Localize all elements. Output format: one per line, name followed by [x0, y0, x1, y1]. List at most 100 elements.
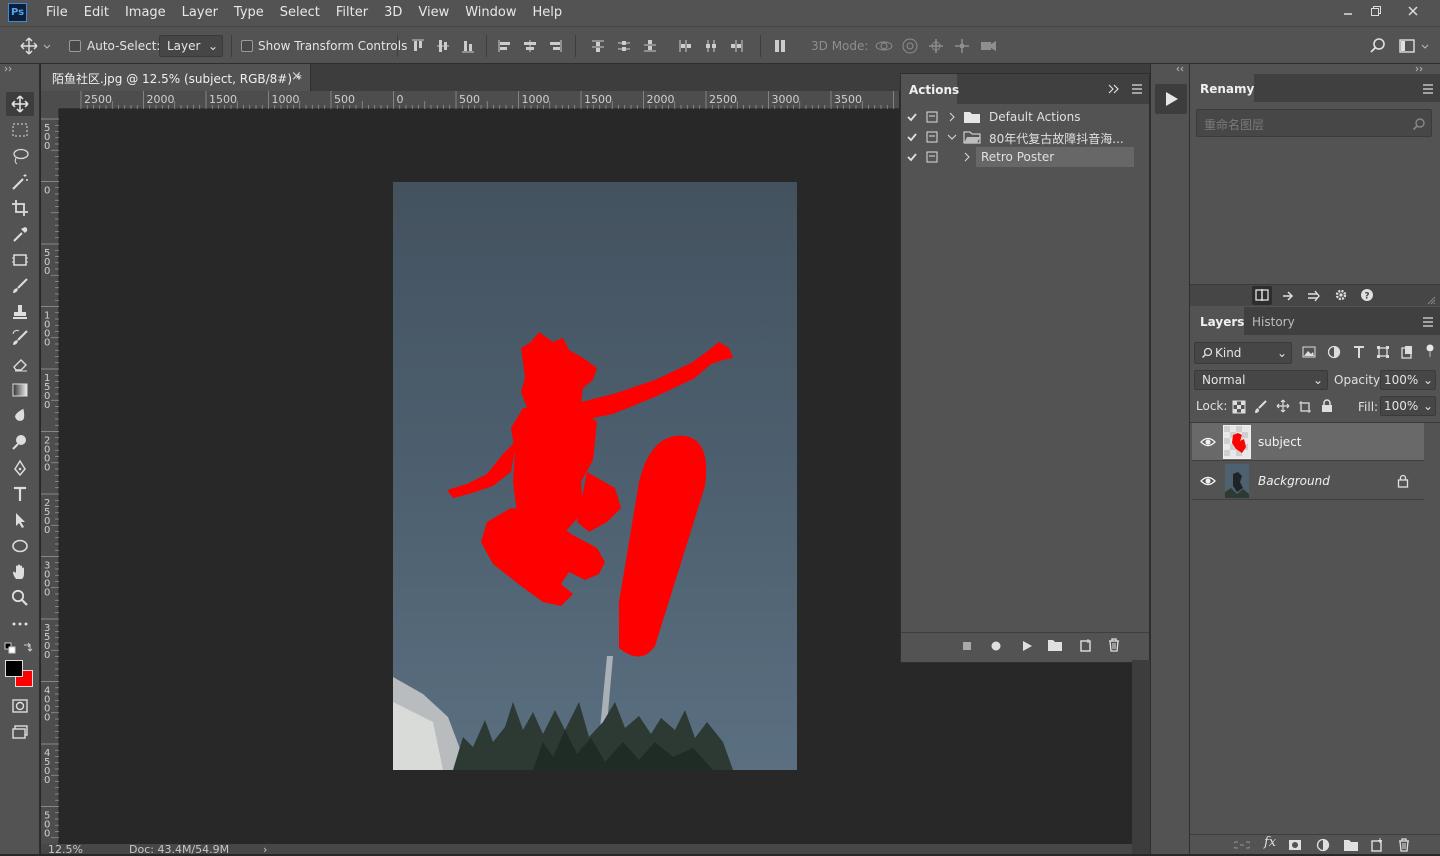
lock-all-icon[interactable]	[1320, 399, 1334, 413]
align-right-button[interactable]	[545, 36, 565, 56]
lock-transparent-icon[interactable]	[1232, 400, 1246, 414]
type-tool[interactable]	[6, 482, 34, 506]
magic-wand-tool[interactable]	[6, 170, 34, 194]
dodge-tool[interactable]	[6, 430, 34, 454]
collapse-panel-icon[interactable]	[1107, 83, 1121, 95]
rename-button[interactable]	[1252, 286, 1272, 305]
distribute-bottom-button[interactable]	[640, 36, 660, 56]
align-bottom-button[interactable]	[458, 36, 478, 56]
link-layers-icon[interactable]	[1234, 839, 1250, 851]
ruler-origin[interactable]	[41, 91, 59, 109]
search-icon[interactable]	[1412, 117, 1426, 131]
chevron-right-icon[interactable]	[962, 152, 972, 162]
chevron-right-icon[interactable]	[947, 112, 957, 122]
new-action-icon[interactable]	[1079, 638, 1093, 652]
action-row-retro-set[interactable]: 80年代复古故障抖音海...	[901, 127, 1149, 147]
gear-icon[interactable]	[1334, 288, 1348, 302]
lasso-tool[interactable]	[6, 144, 34, 168]
gradient-tool[interactable]	[6, 378, 34, 402]
frame-tool[interactable]	[6, 248, 34, 272]
more-tools-button[interactable]	[6, 612, 34, 636]
pen-tool[interactable]	[6, 456, 34, 480]
align-left-button[interactable]	[495, 36, 515, 56]
menu-filter[interactable]: Filter	[328, 0, 376, 26]
filter-toggle[interactable]	[1426, 344, 1434, 358]
zoom-level[interactable]: 12.5%	[48, 844, 83, 855]
help-icon[interactable]: ?	[1360, 288, 1374, 302]
eyedropper-tool[interactable]	[6, 222, 34, 246]
collapse-arrows-icon[interactable]	[4, 66, 16, 72]
distribute-top-button[interactable]	[588, 36, 608, 56]
search-button[interactable]	[1368, 36, 1388, 56]
expand-arrows-icon[interactable]	[1175, 66, 1185, 72]
panel-menu-icon[interactable]	[1422, 317, 1434, 327]
menu-type[interactable]: Type	[226, 0, 272, 26]
filter-adjustment-icon[interactable]	[1327, 345, 1341, 359]
quick-mask-button[interactable]	[6, 694, 34, 718]
play-icon[interactable]	[1020, 639, 1034, 653]
menu-edit[interactable]: Edit	[76, 0, 117, 26]
arrow-right-icon[interactable]	[1281, 289, 1295, 303]
3d-roll-button[interactable]	[900, 36, 920, 56]
filter-type-icon[interactable]	[1352, 345, 1366, 359]
3d-orbit-button[interactable]	[874, 36, 894, 56]
workspace-switcher[interactable]	[1398, 36, 1432, 56]
menu-3d[interactable]: 3D	[376, 0, 410, 26]
panel-menu-icon[interactable]	[1422, 84, 1434, 94]
checkmark-icon[interactable]	[906, 111, 918, 123]
renamy-search-field[interactable]: 重命名图层	[1196, 109, 1432, 137]
horizontal-ruler[interactable]: 2500 2000 1500 1000 500 0 500 1000 1500 2000 2500 3…	[59, 91, 899, 109]
opacity-field[interactable]: 100% ⌄	[1380, 370, 1436, 390]
add-mask-icon[interactable]	[1288, 838, 1302, 852]
chevron-down-icon[interactable]	[947, 132, 957, 142]
restore-button[interactable]	[1360, 0, 1392, 22]
blend-mode-dropdown[interactable]: Normal ⌄	[1194, 370, 1328, 390]
layer-row-background[interactable]: Background	[1192, 462, 1424, 500]
layer-kind-filter[interactable]: Kind ⌄	[1194, 342, 1292, 364]
distribute-vcenter-button[interactable]	[614, 36, 634, 56]
new-adjustment-icon[interactable]	[1316, 838, 1330, 852]
checkmark-icon[interactable]	[906, 151, 918, 163]
eye-icon[interactable]	[1200, 436, 1216, 448]
3d-slide-button[interactable]	[952, 36, 972, 56]
lock-pixels-icon[interactable]	[1254, 400, 1268, 414]
action-row-default-actions[interactable]: Default Actions	[901, 107, 1149, 127]
blur-tool[interactable]	[6, 404, 34, 428]
menu-select[interactable]: Select	[272, 0, 328, 26]
dialog-toggle-icon[interactable]	[926, 151, 938, 163]
trash-icon[interactable]	[1107, 638, 1121, 652]
new-layer-icon[interactable]	[1370, 838, 1384, 852]
close-tab-icon[interactable]: ×	[291, 69, 302, 84]
dialog-toggle-icon[interactable]	[926, 131, 938, 143]
canvas-scrollbar[interactable]	[1132, 660, 1150, 854]
menu-layer[interactable]: Layer	[174, 0, 226, 26]
move-tool-preset[interactable]	[18, 36, 50, 56]
brush-tool[interactable]	[6, 274, 34, 298]
menu-window[interactable]: Window	[457, 0, 524, 26]
3d-scale-button[interactable]	[978, 36, 998, 56]
align-top-button[interactable]	[408, 36, 428, 56]
panel-menu-icon[interactable]	[1131, 84, 1143, 94]
show-transform-checkbox[interactable]	[241, 40, 253, 52]
checkmark-icon[interactable]	[906, 131, 918, 143]
actions-panel-button[interactable]	[1155, 84, 1187, 114]
document-tab[interactable]: 陌鱼社区.jpg @ 12.5% (subject, RGB/8#) * ×	[41, 64, 311, 91]
fx-icon[interactable]: fx	[1264, 835, 1276, 850]
menu-view[interactable]: View	[410, 0, 457, 26]
menu-image[interactable]: Image	[117, 0, 174, 26]
filter-pixel-icon[interactable]	[1302, 345, 1316, 359]
tab-history[interactable]: History	[1250, 307, 1310, 335]
default-colors-icon[interactable]	[4, 642, 16, 654]
layer-name[interactable]: subject	[1258, 435, 1302, 449]
filter-shape-icon[interactable]	[1376, 345, 1390, 359]
new-group-icon[interactable]	[1343, 838, 1359, 852]
stamp-tool[interactable]	[6, 300, 34, 324]
record-icon[interactable]	[990, 640, 1002, 652]
vertical-ruler[interactable]: 5000500100015002000250030003500400045005…	[41, 109, 59, 844]
action-row-retro-poster[interactable]: Retro Poster	[901, 147, 1149, 167]
move-tool[interactable]	[6, 92, 34, 116]
fill-field[interactable]: 100% ⌄	[1380, 396, 1436, 416]
marquee-tool[interactable]	[6, 118, 34, 142]
collapse-arrows-icon[interactable]	[1414, 66, 1428, 72]
history-brush-tool[interactable]	[6, 326, 34, 350]
